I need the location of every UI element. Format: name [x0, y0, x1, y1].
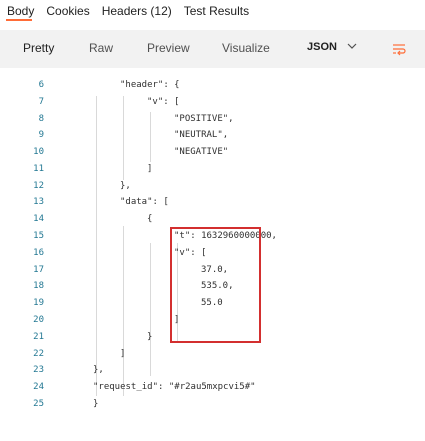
code-line: "NEGATIVE"	[174, 147, 229, 157]
chevron-down-icon[interactable]	[347, 40, 357, 54]
code-line: "data": [	[120, 197, 169, 207]
code-line: ]	[120, 349, 126, 359]
tab-headers[interactable]: Headers (12)	[102, 4, 172, 18]
line-number: 23	[33, 365, 44, 375]
indent-guide	[123, 226, 124, 396]
format-select[interactable]: JSON	[307, 41, 337, 53]
line-number: 7	[38, 97, 44, 107]
line-number: 22	[33, 349, 44, 359]
code-line: },	[120, 181, 131, 191]
indent-guide	[150, 243, 151, 376]
line-number: 20	[33, 315, 44, 325]
code-line: },	[93, 365, 104, 375]
indent-guide	[123, 96, 124, 180]
code-line: ]	[147, 164, 153, 174]
code-line: "POSITIVE",	[174, 114, 234, 124]
response-tabs: Body Cookies Headers (12) Test Results	[0, 0, 425, 22]
line-number: 19	[33, 298, 44, 308]
line-number: 16	[33, 248, 44, 258]
line-number: 17	[33, 265, 44, 275]
code-line: }	[147, 332, 153, 342]
line-number: 12	[33, 181, 44, 191]
tab-test-results[interactable]: Test Results	[184, 4, 249, 18]
line-number: 6	[38, 80, 44, 90]
code-line: {	[147, 214, 153, 224]
line-number: 11	[33, 164, 44, 174]
view-mode-toolbar: Pretty Raw Preview Visualize JSON	[0, 30, 425, 68]
line-number: 9	[38, 130, 44, 140]
line-number: 24	[33, 382, 44, 392]
line-number: 13	[33, 197, 44, 207]
line-number: 8	[38, 114, 44, 124]
preview-button[interactable]: Preview	[147, 41, 190, 55]
response-body-editor[interactable]: 6 7 8 9 10 11 12 13 14 15 16 17 18 19 20…	[0, 80, 425, 441]
visualize-button[interactable]: Visualize	[222, 41, 270, 55]
line-number: 21	[33, 332, 44, 342]
active-tab-indicator	[6, 19, 32, 21]
wrap-lines-icon[interactable]	[392, 42, 406, 56]
highlight-box	[170, 227, 261, 343]
raw-button[interactable]: Raw	[89, 41, 113, 55]
line-number: 10	[33, 147, 44, 157]
line-number: 25	[33, 399, 44, 409]
line-number: 15	[33, 231, 44, 241]
pretty-button[interactable]: Pretty	[23, 41, 54, 55]
indent-guide	[96, 96, 97, 396]
indent-guide	[150, 112, 151, 162]
line-number: 14	[33, 214, 44, 224]
code-line: }	[93, 399, 99, 409]
code-line: "v": [	[147, 97, 180, 107]
code-line: "header": {	[120, 80, 180, 90]
code-line: "NEUTRAL",	[174, 130, 229, 140]
tab-cookies[interactable]: Cookies	[46, 4, 89, 18]
line-number: 18	[33, 281, 44, 291]
code-line: "request_id": "#r2au5mxpcvi5#"	[93, 382, 256, 392]
tab-body[interactable]: Body	[7, 4, 34, 18]
